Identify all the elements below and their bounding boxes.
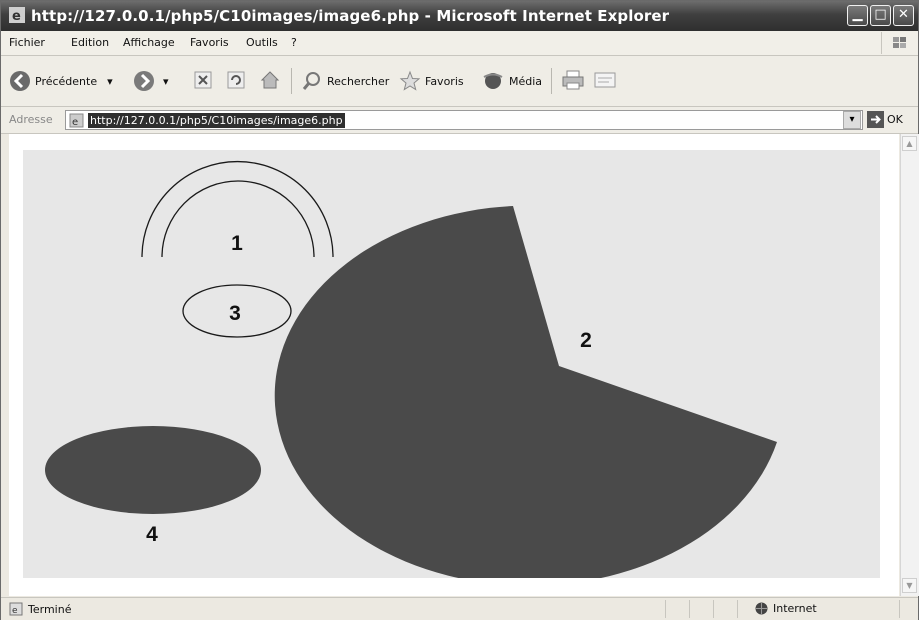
home-icon xyxy=(260,71,280,89)
toolbar-separator xyxy=(291,68,292,94)
menu-bar: Fichier Edition Affichage Favoris Outils… xyxy=(1,31,918,56)
forward-dropdown-icon[interactable]: ▾ xyxy=(163,75,169,88)
maximize-button[interactable]: □ xyxy=(870,5,891,26)
window-title: http://127.0.0.1/php5/C10images/image6.p… xyxy=(31,7,670,25)
home-button[interactable] xyxy=(259,69,281,91)
svg-text:e: e xyxy=(12,606,18,616)
forward-button[interactable]: ▾ xyxy=(133,70,169,92)
status-divider xyxy=(689,600,690,618)
print-button[interactable] xyxy=(561,69,585,91)
scroll-up-icon[interactable]: ▲ xyxy=(902,136,917,151)
close-button[interactable]: ✕ xyxy=(893,5,914,26)
printer-icon xyxy=(562,70,584,90)
pie-sector xyxy=(274,206,777,586)
search-icon xyxy=(302,72,320,90)
internet-explorer-icon: e xyxy=(9,7,25,23)
stop-icon xyxy=(194,71,212,89)
status-message: e Terminé xyxy=(9,602,71,616)
page-icon: e xyxy=(69,113,84,128)
menu-help[interactable]: ? xyxy=(291,36,297,49)
back-button[interactable]: Précédente ▾ xyxy=(9,70,113,92)
address-field[interactable]: e http://127.0.0.1/php5/C10images/image6… xyxy=(65,110,863,130)
forward-arrow-icon xyxy=(134,71,154,91)
star-icon xyxy=(399,70,421,91)
back-dropdown-icon[interactable]: ▾ xyxy=(107,75,113,88)
edit-button[interactable] xyxy=(593,70,617,90)
go-label: OK xyxy=(887,113,903,126)
svg-text:e: e xyxy=(72,117,78,128)
label-3: 3 xyxy=(229,302,241,325)
status-divider xyxy=(737,600,738,618)
title-bar: e http://127.0.0.1/php5/C10images/image6… xyxy=(1,1,918,31)
menu-affichage[interactable]: Affichage xyxy=(123,36,175,49)
media-button[interactable]: Média xyxy=(481,70,542,92)
status-text: Terminé xyxy=(28,602,72,616)
toolbar-separator xyxy=(551,68,552,94)
minimize-button[interactable]: ▁ xyxy=(847,5,868,26)
zone-label: Internet xyxy=(773,602,817,615)
edit-page-icon xyxy=(594,72,616,88)
browser-window: e http://127.0.0.1/php5/C10images/image6… xyxy=(0,0,919,620)
media-label: Média xyxy=(509,74,543,88)
stop-button[interactable] xyxy=(193,70,213,90)
status-divider xyxy=(665,600,666,618)
address-bar: Adresse e http://127.0.0.1/php5/C10image… xyxy=(1,107,918,134)
page-done-icon: e xyxy=(9,602,23,616)
menu-fichier[interactable]: Fichier xyxy=(9,36,45,49)
refresh-icon xyxy=(227,71,245,89)
vertical-scrollbar[interactable]: ▲ ▼ xyxy=(900,134,919,596)
refresh-button[interactable] xyxy=(226,70,246,90)
label-1: 1 xyxy=(231,232,243,255)
scroll-down-icon[interactable]: ▼ xyxy=(902,578,917,593)
globe-icon xyxy=(755,602,768,615)
back-arrow-icon xyxy=(10,71,30,91)
go-button[interactable]: OK xyxy=(867,111,903,128)
drawing-canvas: 1 2 3 4 xyxy=(45,160,777,586)
toolbar: Précédente ▾ ▾ Rechercher Favoris Média xyxy=(1,56,918,107)
windows-logo-icon xyxy=(881,32,916,54)
page-content: 1 2 3 4 xyxy=(9,134,899,596)
address-url[interactable]: http://127.0.0.1/php5/C10images/image6.p… xyxy=(88,113,345,128)
address-dropdown-icon[interactable]: ▾ xyxy=(843,111,861,129)
go-arrow-icon xyxy=(867,111,884,128)
menu-favoris[interactable]: Favoris xyxy=(190,36,229,49)
status-divider xyxy=(899,600,900,618)
search-label: Rechercher xyxy=(327,74,390,88)
media-icon xyxy=(483,73,503,89)
favorites-label: Favoris xyxy=(425,74,464,88)
status-divider xyxy=(713,600,714,618)
menu-edition[interactable]: Edition xyxy=(71,36,109,49)
address-label: Adresse xyxy=(9,113,53,126)
svg-text:e: e xyxy=(12,9,21,23)
generated-image: 1 2 3 4 xyxy=(23,150,880,586)
label-2: 2 xyxy=(580,329,592,352)
filled-ellipse xyxy=(45,426,261,514)
status-bar: e Terminé Internet xyxy=(1,597,918,620)
back-label: Précédente xyxy=(35,74,98,88)
search-button[interactable]: Rechercher xyxy=(301,70,389,92)
favorites-button[interactable]: Favoris xyxy=(399,70,464,92)
label-4: 4 xyxy=(146,523,158,546)
security-zone[interactable]: Internet xyxy=(755,602,817,615)
menu-outils[interactable]: Outils xyxy=(246,36,278,49)
